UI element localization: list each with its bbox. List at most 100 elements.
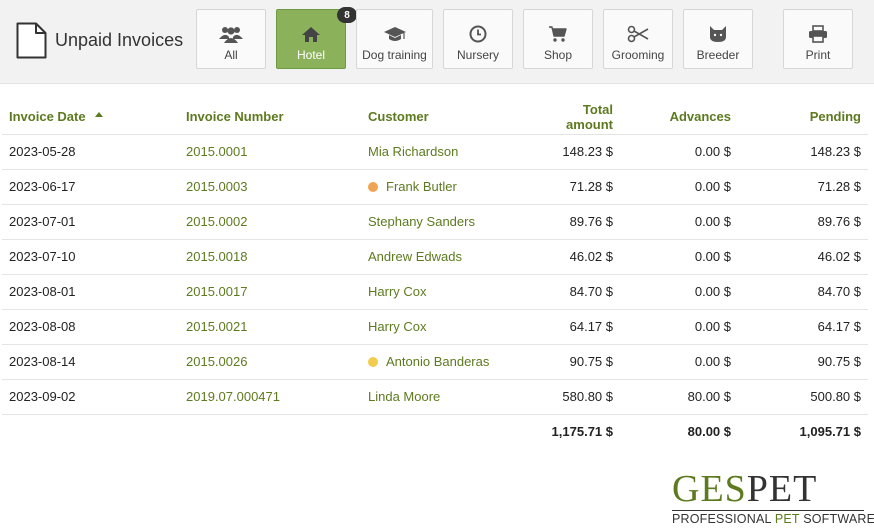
gespet-logo: GESPET PROFESSIONAL PET SOFTWARE bbox=[672, 470, 874, 526]
invoice-date-cell: 2023-08-14 bbox=[2, 344, 179, 380]
invoice-number-link[interactable]: 2015.0017 bbox=[179, 274, 361, 310]
column-header-total-amount[interactable]: Total amount bbox=[527, 100, 620, 135]
invoice-number-link[interactable]: 2015.0026 bbox=[179, 344, 361, 380]
column-header-invoice-date[interactable]: Invoice Date bbox=[2, 100, 179, 135]
invoice-number-link[interactable]: 2015.0003 bbox=[179, 169, 361, 205]
advances-cell: 0.00 $ bbox=[620, 274, 738, 310]
invoice-number-link[interactable]: 2015.0018 bbox=[179, 239, 361, 275]
customer-link[interactable]: Antonio Banderas bbox=[361, 344, 527, 380]
advances-cell-text: 0.00 $ bbox=[694, 249, 731, 264]
table-row[interactable]: 2023-07-10 2015.0018 Andrew Edwads 46.02 $ 0… bbox=[2, 239, 868, 275]
invoice-date-cell-text: 2023-06-17 bbox=[9, 179, 76, 194]
invoice-number-link-text: 2015.0026 bbox=[186, 354, 248, 369]
count-badge: 8 bbox=[337, 7, 357, 23]
total-amount-cell-text: 89.76 $ bbox=[569, 214, 613, 229]
customer-link-text: Antonio Banderas bbox=[386, 354, 490, 369]
logo-part-pet: PET bbox=[746, 468, 818, 510]
advances-cell-text: 0.00 $ bbox=[694, 214, 731, 229]
table-row[interactable]: 2023-05-28 2015.0001 Mia Richardson 148.23 … bbox=[2, 134, 868, 170]
invoice-date-cell: 2023-08-08 bbox=[2, 309, 179, 345]
totals-spacer bbox=[2, 414, 179, 449]
total-amount-cell-text: 46.02 $ bbox=[569, 249, 613, 264]
category-label: All bbox=[224, 48, 238, 62]
total-amount-cell: 148.23 $ bbox=[527, 134, 620, 170]
total-amount-cell: 89.76 $ bbox=[527, 204, 620, 240]
pending-cell: 89.76 $ bbox=[738, 204, 868, 240]
invoice-number-link[interactable]: 2019.07.000471 bbox=[179, 379, 361, 415]
invoice-date-cell: 2023-07-01 bbox=[2, 204, 179, 240]
pending-cell: 90.75 $ bbox=[738, 344, 868, 380]
total-amount-cell-text: 71.28 $ bbox=[569, 179, 613, 194]
invoice-date-cell-text: 2023-08-01 bbox=[9, 284, 76, 299]
category-button-shop[interactable]: Shop bbox=[523, 9, 593, 69]
category-label: Nursery bbox=[456, 48, 499, 62]
category-button-dog-training[interactable]: Dog training bbox=[356, 9, 433, 69]
pending-cell-text: 71.28 $ bbox=[817, 179, 861, 194]
category-button-all[interactable]: All bbox=[196, 9, 266, 69]
column-header-customer[interactable]: Customer bbox=[361, 100, 527, 135]
invoice-number-link-text: 2015.0018 bbox=[186, 249, 248, 264]
customer-link[interactable]: Harry Cox bbox=[361, 309, 527, 345]
clock-icon bbox=[466, 24, 490, 44]
pending-cell-text: 84.70 $ bbox=[817, 284, 861, 299]
column-header-invoice-number[interactable]: Invoice Number bbox=[179, 100, 361, 135]
category-button-breeder[interactable]: Breeder bbox=[683, 9, 753, 69]
total-amount-cell-text: 580.80 $ bbox=[562, 389, 613, 404]
invoice-date-cell-text: 2023-09-02 bbox=[9, 389, 76, 404]
invoice-date-cell-text: 2023-08-14 bbox=[9, 354, 76, 369]
customer-link[interactable]: Harry Cox bbox=[361, 274, 527, 310]
category-button-grooming[interactable]: Grooming bbox=[603, 9, 673, 69]
pending-cell: 46.02 $ bbox=[738, 239, 868, 275]
logo-tagline-b: PET bbox=[774, 512, 800, 526]
total-amount-cell-text: 148.23 $ bbox=[562, 144, 613, 159]
advances-cell: 0.00 $ bbox=[620, 204, 738, 240]
logo-wordmark: GESPET bbox=[672, 470, 864, 508]
advances-cell-text: 0.00 $ bbox=[694, 284, 731, 299]
customer-link[interactable]: Stephany Sanders bbox=[361, 204, 527, 240]
column-header-advances[interactable]: Advances bbox=[620, 100, 738, 135]
category-label: Grooming bbox=[611, 48, 665, 62]
page-header: Unpaid Invoices bbox=[16, 20, 183, 60]
invoice-number-link[interactable]: 2015.0021 bbox=[179, 309, 361, 345]
customer-link-text: Linda Moore bbox=[368, 389, 441, 404]
print-button[interactable]: Print bbox=[783, 9, 853, 69]
category-label: Dog training bbox=[362, 48, 427, 62]
table-row[interactable]: 2023-08-14 2015.0026 Antonio Banderas 90.75… bbox=[2, 344, 868, 380]
customer-link[interactable]: Frank Butler bbox=[361, 169, 527, 205]
category-button-nursery[interactable]: Nursery bbox=[443, 9, 513, 69]
invoice-number-link-text: 2015.0003 bbox=[186, 179, 248, 194]
table-row[interactable]: 2023-08-08 2015.0021 Harry Cox 64.17 $ 0.00 … bbox=[2, 309, 868, 345]
total-amount-cell: 71.28 $ bbox=[527, 169, 620, 205]
top-toolbar: Unpaid Invoices All 8 Hotel Dog training… bbox=[0, 0, 874, 84]
invoice-number-link[interactable]: 2015.0001 bbox=[179, 134, 361, 170]
customer-link-text: Stephany Sanders bbox=[368, 214, 475, 229]
pending-cell-text: 64.17 $ bbox=[817, 319, 861, 334]
category-button-hotel[interactable]: 8 Hotel bbox=[276, 7, 357, 69]
invoice-date-cell-text: 2023-05-28 bbox=[9, 144, 76, 159]
totals-spacer bbox=[361, 414, 527, 449]
pending-cell-text: 148.23 $ bbox=[810, 144, 861, 159]
logo-part-ges: GES bbox=[672, 468, 747, 510]
customer-link[interactable]: Linda Moore bbox=[361, 379, 527, 415]
customer-link[interactable]: Andrew Edwads bbox=[361, 239, 527, 275]
table-row[interactable]: 2023-08-01 2015.0017 Harry Cox 84.70 $ 0.00 … bbox=[2, 274, 868, 310]
column-header-pending[interactable]: Pending bbox=[738, 100, 868, 135]
invoice-date-cell: 2023-09-02 bbox=[2, 379, 179, 415]
pending-cell-text: 46.02 $ bbox=[817, 249, 861, 264]
sort-ascending-icon bbox=[94, 112, 103, 118]
table-row[interactable]: 2023-06-17 2015.0003 Frank Butler 71.28 $ 0.… bbox=[2, 169, 868, 205]
pending-sum: 1,095.71 $ bbox=[799, 424, 861, 440]
invoice-number-link-text: 2015.0002 bbox=[186, 214, 248, 229]
logo-tagline-a: PROFESSIONAL bbox=[672, 512, 775, 526]
invoice-number-link[interactable]: 2015.0002 bbox=[179, 204, 361, 240]
total-amount-cell-text: 90.75 $ bbox=[569, 354, 613, 369]
table-row[interactable]: 2023-07-01 2015.0002 Stephany Sanders 89.76… bbox=[2, 204, 868, 240]
table-row[interactable]: 2023-09-02 2019.07.000471 Linda Moore 580.8… bbox=[2, 379, 868, 415]
advances-cell-text: 0.00 $ bbox=[694, 354, 731, 369]
customer-status-dot bbox=[368, 182, 378, 192]
customer-link[interactable]: Mia Richardson bbox=[361, 134, 527, 170]
invoice-date-cell: 2023-06-17 bbox=[2, 169, 179, 205]
total-amount-cell-text: 64.17 $ bbox=[569, 319, 613, 334]
pending-cell-text: 89.76 $ bbox=[817, 214, 861, 229]
advances-cell: 0.00 $ bbox=[620, 344, 738, 380]
